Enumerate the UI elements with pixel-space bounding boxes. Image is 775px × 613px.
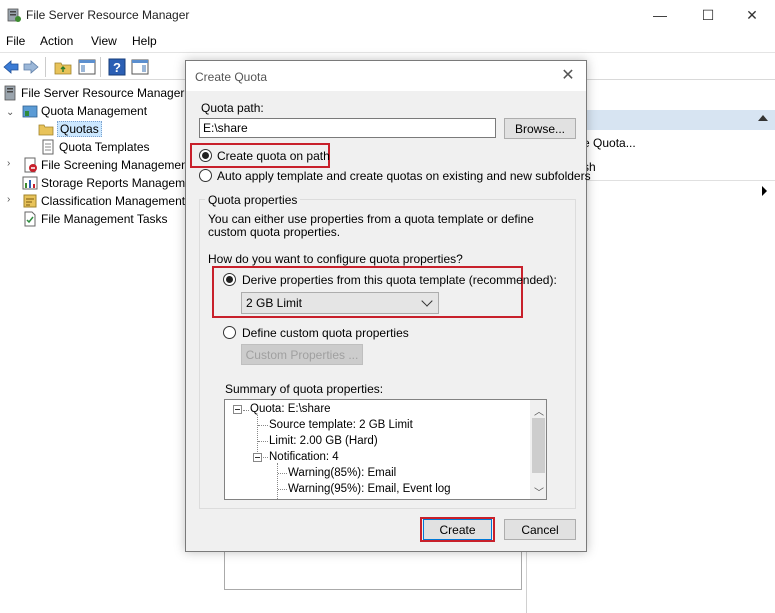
- help-icon[interactable]: ?: [108, 58, 126, 76]
- radio-create-on-path[interactable]: [199, 149, 212, 162]
- radio-derive-template-label[interactable]: Derive properties from this quota templa…: [242, 273, 557, 287]
- browse-button[interactable]: Browse...: [504, 118, 576, 139]
- menu-help[interactable]: Help: [132, 34, 157, 48]
- summary-tree[interactable]: Quota: E:\share Source template: 2 GB Li…: [224, 399, 547, 500]
- menu-action[interactable]: Action: [40, 34, 73, 48]
- radio-auto-apply[interactable]: [199, 169, 212, 182]
- storage-reports-icon: [22, 176, 38, 190]
- close-icon: ✕: [746, 6, 758, 23]
- chevron-right-icon[interactable]: ›: [7, 158, 10, 169]
- chevron-right-icon[interactable]: [762, 186, 767, 196]
- radio-create-on-path-label[interactable]: Create quota on path: [217, 149, 330, 163]
- group-description: You can either use properties from a quo…: [208, 212, 534, 239]
- configure-question: How do you want to configure quota prope…: [208, 252, 463, 266]
- forward-arrow-icon[interactable]: [22, 58, 40, 76]
- summary-limit: Limit: 2.00 GB (Hard): [269, 435, 378, 447]
- tree-item-file-management-tasks[interactable]: File Management Tasks: [22, 210, 168, 228]
- template-dropdown[interactable]: 2 GB Limit: [241, 292, 439, 314]
- tree-label: Classification Management: [41, 194, 186, 208]
- tree-label: File Server Resource Manager (L: [21, 86, 199, 100]
- menubar: File Action View Help: [0, 30, 775, 52]
- tree-label: File Screening Management: [41, 158, 192, 172]
- custom-properties-button[interactable]: Custom Properties ...: [241, 344, 363, 365]
- tree-connector: [258, 425, 268, 426]
- dialog-title: Create Quota: [195, 70, 268, 84]
- quota-management-icon: [22, 105, 38, 118]
- toolbar-separator: [45, 57, 46, 77]
- create-button[interactable]: Create: [423, 519, 492, 540]
- main-titlebar: File Server Resource Manager — ☐ ✕: [0, 0, 775, 30]
- create-quota-dialog: Create Quota ✕ Quota path: Browse... Cre…: [185, 60, 591, 552]
- collapse-icon: [758, 115, 768, 121]
- tree-connector: [243, 410, 249, 411]
- collapse-minus-icon[interactable]: [253, 453, 262, 462]
- tree-connector: [263, 457, 268, 458]
- tree-connector: [258, 441, 268, 442]
- summary-warning-85: Warning(85%): Email: [288, 467, 397, 479]
- radio-derive-template[interactable]: [223, 273, 236, 286]
- summary-scrollbar[interactable]: ︿ ﹀: [530, 400, 546, 499]
- cancel-button[interactable]: Cancel: [504, 519, 576, 540]
- tree-label: Quota Templates: [59, 140, 150, 154]
- template-selected-value: 2 GB Limit: [246, 296, 303, 310]
- radio-auto-apply-label[interactable]: Auto apply template and create quotas on…: [217, 169, 591, 183]
- summary-root: Quota: E:\share: [250, 403, 331, 415]
- tree-connector: [277, 463, 278, 499]
- summary-warning-95: Warning(95%): Email, Event log: [288, 483, 451, 495]
- tree-label: Quotas: [57, 121, 102, 137]
- tree-item-quota-management[interactable]: Quota Management: [22, 102, 147, 120]
- scroll-down-icon[interactable]: ﹀: [534, 484, 544, 499]
- tree-root[interactable]: File Server Resource Manager (L: [2, 84, 198, 102]
- tree-item-storage-reports[interactable]: Storage Reports Manageme: [22, 174, 192, 192]
- file-tasks-icon: [24, 211, 36, 227]
- menu-view[interactable]: View: [91, 34, 117, 48]
- tree-connector: [278, 473, 287, 474]
- radio-custom-properties-label[interactable]: Define custom quota properties: [242, 326, 409, 340]
- maximize-button[interactable]: ☐: [685, 0, 731, 30]
- summary-notification: Notification: 4: [269, 451, 339, 463]
- show-hide-tree-icon[interactable]: [78, 58, 96, 76]
- summary-label: Summary of quota properties:: [225, 382, 384, 396]
- dialog-close-icon[interactable]: ✕: [558, 66, 578, 86]
- quota-path-label: Quota path:: [201, 101, 264, 115]
- quota-path-input[interactable]: [199, 118, 496, 138]
- radio-custom-properties[interactable]: [223, 326, 236, 339]
- scrollbar-thumb[interactable]: [532, 418, 545, 473]
- summary-source: Source template: 2 GB Limit: [269, 419, 413, 431]
- file-screening-icon: [24, 157, 37, 173]
- server-icon: [4, 85, 16, 101]
- group-title: Quota properties: [205, 193, 301, 207]
- back-arrow-icon[interactable]: [2, 58, 20, 76]
- tree-item-quota-templates[interactable]: Quota Templates: [40, 138, 150, 156]
- minimize-button[interactable]: —: [637, 0, 683, 30]
- up-folder-icon[interactable]: [54, 58, 72, 76]
- maximize-icon: ☐: [701, 6, 715, 23]
- close-button[interactable]: ✕: [729, 0, 775, 30]
- svg-text:?: ?: [113, 60, 121, 75]
- action-pane-icon[interactable]: [131, 58, 149, 76]
- minimize-icon: —: [653, 7, 667, 23]
- chevron-down-icon: [421, 295, 433, 307]
- tree-item-file-screening[interactable]: File Screening Management: [22, 156, 191, 174]
- collapse-minus-icon[interactable]: [233, 405, 242, 414]
- chevron-right-icon[interactable]: ›: [7, 194, 10, 205]
- action-create-quota[interactable]: e Quota...: [583, 136, 636, 150]
- classification-icon: [23, 194, 37, 208]
- quotas-folder-icon: [38, 124, 54, 136]
- tree-label: File Management Tasks: [41, 212, 168, 226]
- tree-connector: [278, 489, 287, 490]
- tree-label: Storage Reports Manageme: [41, 176, 192, 190]
- chevron-down-icon[interactable]: ⌄: [6, 107, 14, 118]
- tree-item-classification[interactable]: Classification Management: [22, 192, 185, 210]
- menu-file[interactable]: File: [6, 34, 25, 48]
- tree-label: Quota Management: [41, 104, 148, 118]
- app-title: File Server Resource Manager: [26, 8, 190, 22]
- toolbar-separator: [100, 57, 101, 77]
- scroll-up-icon[interactable]: ︿: [534, 403, 544, 418]
- dialog-titlebar: Create Quota ✕: [186, 61, 586, 91]
- tree-item-quotas[interactable]: Quotas: [38, 120, 102, 138]
- template-icon: [42, 139, 54, 155]
- server-manager-icon: [7, 8, 21, 22]
